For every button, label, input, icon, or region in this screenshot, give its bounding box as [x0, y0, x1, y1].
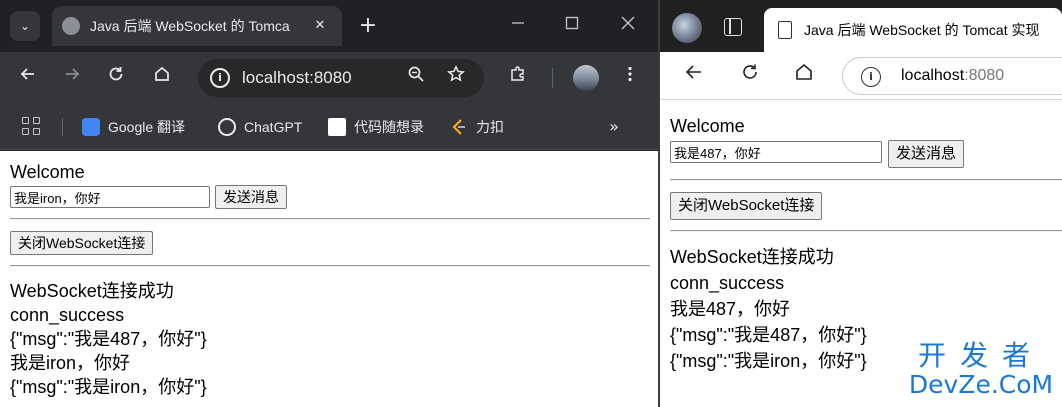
log-line: {"msg":"我是487，你好"} — [10, 329, 207, 349]
arrow-left-icon — [20, 68, 34, 80]
log-line: 我是487，你好 — [670, 299, 791, 319]
log-line: {"msg":"我是iron，你好"} — [10, 377, 207, 397]
arrow-right-icon — [66, 68, 80, 80]
reload-icon — [109, 67, 123, 81]
apps-grid-icon[interactable] — [22, 117, 42, 137]
client-a-page: Welcome 发送消息 关闭WebSocket连接 WebSocket连接成功… — [0, 151, 658, 407]
minimize-icon — [512, 22, 524, 24]
bookmark-label: Google 翻译 — [108, 119, 186, 135]
edge-tab-strip: Java 后端 WebSocket 的 Tomcat 实现 — [660, 0, 1062, 52]
profile-avatar[interactable] — [573, 65, 599, 91]
tab-actions-icon[interactable] — [724, 18, 742, 36]
back-button[interactable] — [14, 64, 42, 92]
home-button[interactable] — [790, 62, 818, 90]
log-line: {"msg":"我是487，你好"} — [670, 325, 867, 345]
leetcode-icon — [450, 118, 468, 136]
divider — [10, 265, 650, 267]
chrome-tab-strip: ⌄ Java 后端 WebSocket 的 Tomcat 实现 ✕ + — [0, 0, 658, 52]
log-line: {"msg":"我是iron，你好"} — [670, 351, 867, 371]
bookmark-chatgpt[interactable]: ChatGPT — [218, 116, 310, 138]
zoom-out-icon — [408, 66, 424, 82]
log-line: conn_success — [10, 305, 125, 325]
tab-title: Java 后端 WebSocket 的 Tomcat 实现 — [804, 22, 1040, 38]
maximize-icon — [565, 16, 579, 30]
close-icon — [621, 16, 635, 30]
arrow-left-icon — [685, 65, 701, 79]
maximize-button[interactable] — [556, 10, 588, 42]
more-vertical-icon — [628, 66, 632, 82]
site-info-icon[interactable]: i — [210, 68, 230, 88]
reload-button[interactable] — [736, 62, 764, 90]
watermark-line2: DevZe.CoM — [908, 370, 1054, 399]
bookmark-label: 力扣 — [476, 119, 504, 135]
url-port: :8080 — [964, 67, 1005, 84]
new-tab-button[interactable]: + — [354, 12, 382, 40]
divider — [10, 218, 650, 220]
close-tab-icon[interactable]: ✕ — [308, 14, 332, 38]
watermark-line1: 开发者 — [917, 339, 1044, 372]
home-icon — [155, 66, 169, 81]
close-window-button[interactable] — [612, 10, 644, 42]
message-input[interactable] — [670, 141, 882, 163]
divider — [670, 179, 1062, 181]
extensions-button[interactable] — [504, 64, 532, 92]
chrome-toolbar: i localhost:8080 — [0, 52, 658, 104]
menu-button[interactable] — [616, 64, 644, 92]
close-websocket-button[interactable]: 关闭WebSocket连接 — [670, 192, 823, 220]
home-icon — [796, 63, 812, 80]
bookmarks-bar: Google 翻译 ChatGPT 代码随想录 力扣 » — [0, 104, 658, 150]
bookmarks-separator — [62, 118, 63, 136]
globe-icon — [62, 17, 80, 35]
message-log: WebSocket连接成功 conn_success 我是487，你好 {"ms… — [670, 244, 867, 374]
bookmarks-overflow-button[interactable]: » — [604, 116, 624, 138]
url-text[interactable]: localhost:8080 — [901, 65, 1004, 87]
send-message-button[interactable]: 发送消息 — [215, 185, 287, 209]
divider — [670, 230, 1062, 232]
edge-toolbar: i localhost:8080 — [660, 52, 1062, 100]
close-websocket-button[interactable]: 关闭WebSocket连接 — [10, 231, 154, 255]
daimasuixianglu-icon — [328, 118, 346, 136]
url-host: localhost — [901, 67, 965, 84]
zoom-button[interactable] — [402, 64, 430, 92]
edge-active-tab[interactable]: Java 后端 WebSocket 的 Tomcat 实现 — [764, 8, 1062, 52]
bookmark-google-translate[interactable]: Google 翻译 — [82, 116, 202, 138]
watermark: 开发者 DevZe.CoM — [906, 340, 1056, 402]
send-message-button[interactable]: 发送消息 — [888, 140, 965, 168]
message-log: WebSocket连接成功 conn_success {"msg":"我是487… — [10, 279, 207, 399]
log-line: 我是iron，你好 — [10, 353, 131, 373]
tab-title: Java 后端 WebSocket 的 Tomcat 实现 — [90, 18, 290, 34]
forward-button[interactable] — [58, 64, 86, 92]
bookmark-star-button[interactable] — [442, 64, 470, 92]
bookmark-label: ChatGPT — [244, 119, 303, 135]
page-title: Welcome — [10, 162, 85, 182]
home-button[interactable] — [148, 64, 176, 92]
url-text[interactable]: localhost:8080 — [242, 67, 352, 89]
bookmark-leetcode[interactable]: 力扣 — [450, 116, 510, 138]
chevron-down-icon: ⌄ — [19, 19, 31, 33]
chrome-window: ⌄ Java 后端 WebSocket 的 Tomcat 实现 ✕ + — [0, 0, 658, 407]
omnibox[interactable]: i localhost:8080 — [198, 59, 484, 97]
tab-search-button[interactable]: ⌄ — [10, 11, 40, 41]
profile-avatar[interactable] — [672, 13, 702, 43]
site-info-icon[interactable]: i — [861, 67, 881, 87]
chrome-active-tab[interactable]: Java 后端 WebSocket 的 Tomcat 实现 ✕ — [52, 6, 342, 46]
log-line: WebSocket连接成功 — [670, 247, 834, 267]
reload-button[interactable] — [102, 64, 130, 92]
page-title: Welcome — [670, 116, 745, 136]
address-bar[interactable]: i localhost:8080 — [842, 57, 1062, 95]
bookmark-label: 代码随想录 — [354, 119, 424, 135]
document-icon — [778, 21, 792, 39]
reload-icon — [743, 64, 757, 79]
google-translate-icon — [82, 118, 100, 136]
star-icon — [447, 64, 465, 82]
toolbar-separator — [552, 68, 553, 88]
puzzle-icon — [511, 66, 524, 81]
chatgpt-icon — [218, 118, 236, 136]
log-line: WebSocket连接成功 — [10, 281, 174, 301]
log-line: conn_success — [670, 273, 785, 293]
minimize-button[interactable] — [502, 10, 534, 42]
bookmark-daimasuixianglu[interactable]: 代码随想录 — [328, 116, 432, 138]
back-button[interactable] — [680, 62, 708, 90]
message-input[interactable] — [10, 186, 210, 208]
